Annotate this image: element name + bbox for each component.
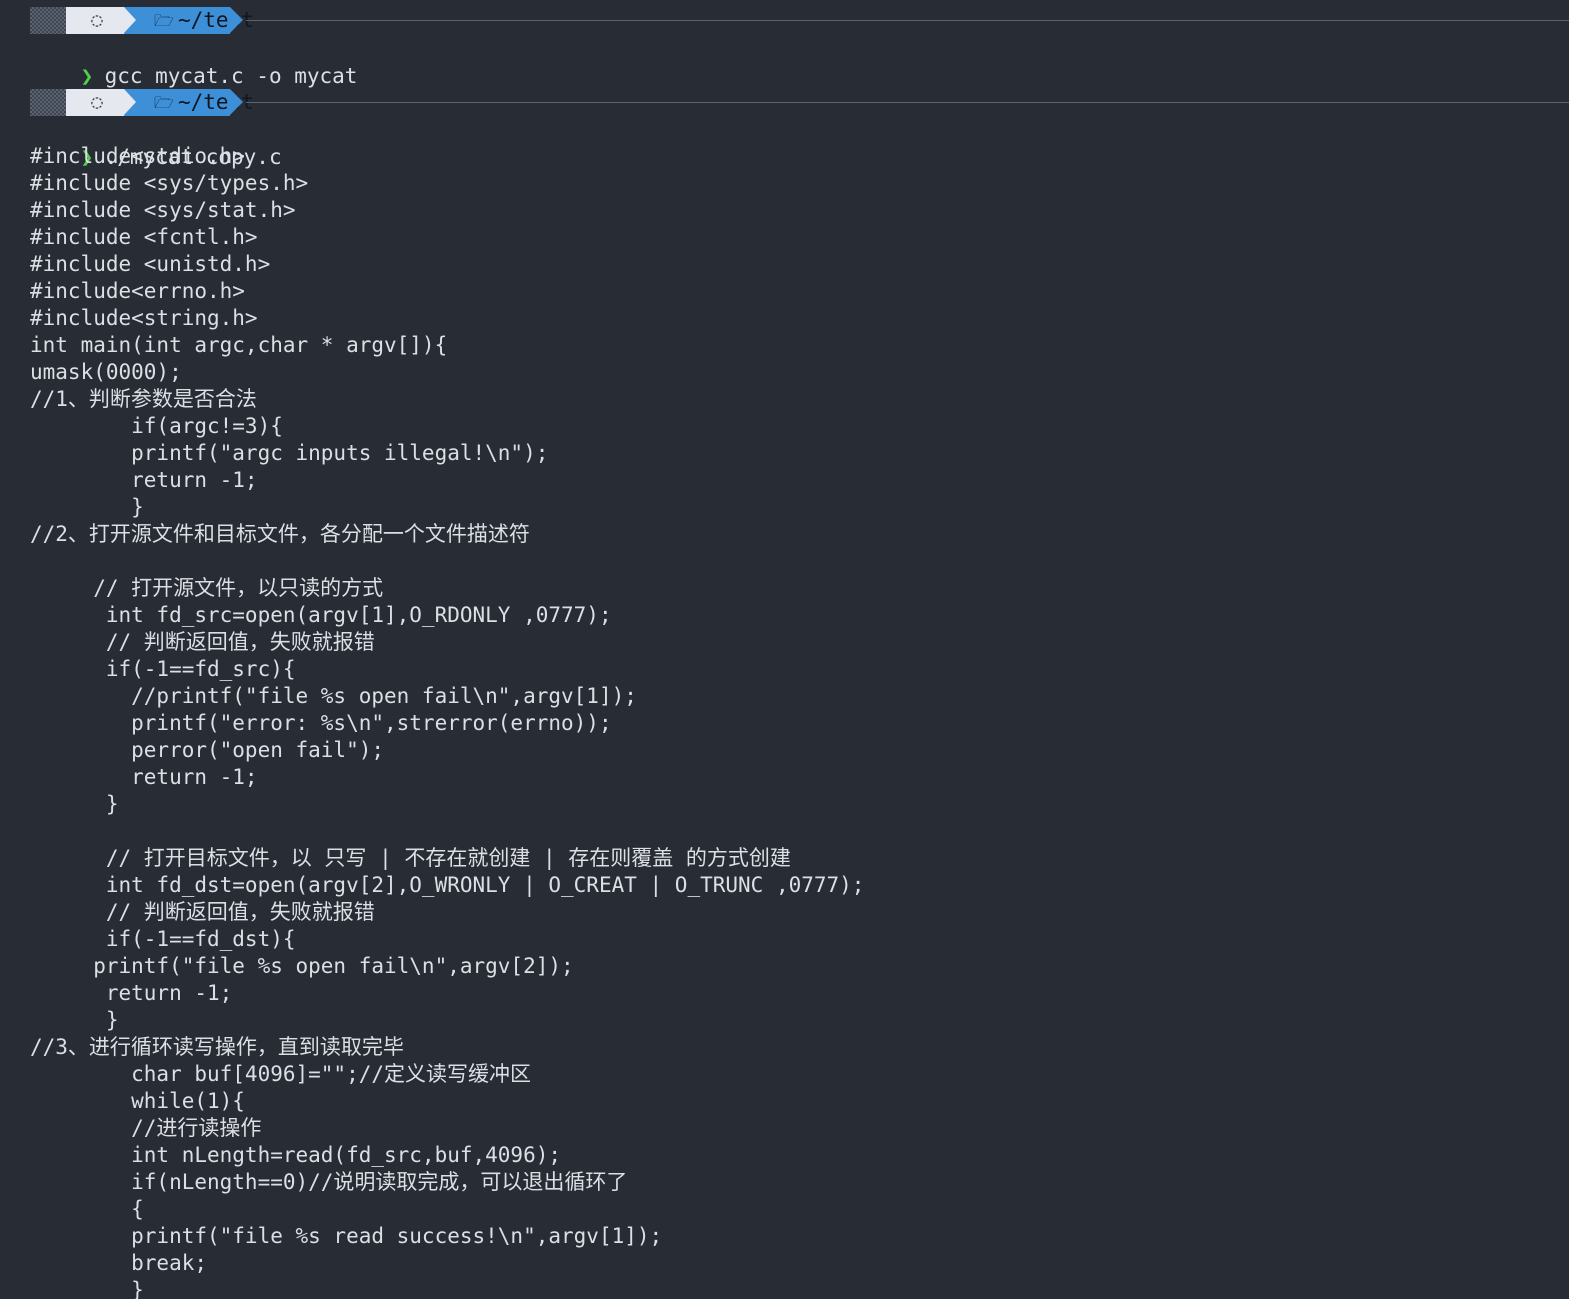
segment-separator xyxy=(230,7,243,33)
output-line: #include <sys/types.h> xyxy=(30,171,309,195)
output-line: printf("argc inputs illegal!\n"); xyxy=(30,441,549,465)
output-line: //2、打开源文件和目标文件，各分配一个文件描述符 xyxy=(30,522,530,546)
output-line: //进行读操作 xyxy=(30,1116,262,1140)
output-line: int fd_src=open(argv[1],O_RDONLY ,0777); xyxy=(30,603,612,627)
output-line: return -1; xyxy=(30,981,233,1005)
output-line: #include<string.h> xyxy=(30,306,258,330)
output-line: //1、判断参数是否合法 xyxy=(30,387,257,411)
output-line: char buf[4096]="";//定义读写缓冲区 xyxy=(30,1062,532,1086)
output-line: if(nLength==0)//说明读取完成，可以退出循环了 xyxy=(30,1170,628,1194)
terminal-window[interactable]: ◌ 🗁 ~/test ❯ gcc mycat.c -o mycat ◌ 🗁 ~/t… xyxy=(0,0,1569,1299)
prompt-start-segment xyxy=(30,7,66,34)
output-line: printf("file %s open fail\n",argv[2]); xyxy=(30,954,574,978)
output-line: printf("error: %s\n",strerror(errno)); xyxy=(30,711,612,735)
output-line: #include<stdio.h> xyxy=(30,144,245,168)
output-line: if(-1==fd_dst){ xyxy=(30,927,296,951)
output-line: int main(int argc,char * argv[]){ xyxy=(30,333,448,357)
command-output: #include<stdio.h> #include <sys/types.h> #… xyxy=(30,143,864,1299)
output-line: } xyxy=(30,792,119,816)
ubuntu-icon: ◌ xyxy=(66,7,128,34)
output-line: perror("open fail"); xyxy=(30,738,385,762)
segment-separator xyxy=(124,89,136,115)
segment-separator xyxy=(230,89,243,115)
folder-icon: 🗁 xyxy=(154,93,174,112)
output-line: if(-1==fd_src){ xyxy=(30,657,296,681)
prompt-rule xyxy=(246,20,1569,21)
output-line: while(1){ xyxy=(30,1089,245,1113)
output-line: return -1; xyxy=(30,468,258,492)
prompt-chevron-icon: ❯ xyxy=(80,64,94,88)
prompt-header: ◌ 🗁 ~/test xyxy=(30,89,1569,116)
output-line: // 打开源文件，以只读的方式 xyxy=(30,576,384,600)
ubuntu-icon: ◌ xyxy=(66,89,128,116)
segment-separator xyxy=(124,7,136,33)
output-line: int nLength=read(fd_src,buf,4096); xyxy=(30,1143,562,1167)
prompt-header: ◌ 🗁 ~/test xyxy=(30,7,1569,34)
output-line: { xyxy=(30,1197,144,1221)
output-line: #include<errno.h> xyxy=(30,279,245,303)
command-line[interactable]: ❯ gcc mycat.c -o mycat xyxy=(30,36,358,88)
output-line: break; xyxy=(30,1251,208,1275)
output-line: // 打开目标文件，以 只写 | 不存在就创建 | 存在则覆盖 的方式创建 xyxy=(30,846,791,870)
prompt-start-segment xyxy=(30,89,66,116)
output-line: // 判断返回值，失败就报错 xyxy=(30,900,375,924)
output-line: #include <sys/stat.h> xyxy=(30,198,296,222)
output-line: int fd_dst=open(argv[2],O_WRONLY | O_CRE… xyxy=(30,873,865,897)
command-line[interactable]: ❯ ./mycat copy.c xyxy=(30,117,282,169)
folder-icon: 🗁 xyxy=(154,11,174,30)
output-line: printf("file %s read success!\n",argv[1]… xyxy=(30,1224,663,1248)
directory-segment: 🗁 ~/test xyxy=(124,89,254,116)
output-line: #include <fcntl.h> xyxy=(30,225,258,249)
output-line: } xyxy=(30,495,144,519)
output-line: // 判断返回值，失败就报错 xyxy=(30,630,375,654)
output-line: return -1; xyxy=(30,765,258,789)
output-line: } xyxy=(30,1008,119,1032)
output-line: umask(0000); xyxy=(30,360,182,384)
output-line: if(argc!=3){ xyxy=(30,414,283,438)
directory-segment: 🗁 ~/test xyxy=(124,7,254,34)
output-line: //3、进行循环读写操作，直到读取完毕 xyxy=(30,1035,404,1059)
output-line: //printf("file %s open fail\n",argv[1]); xyxy=(30,684,637,708)
output-line: #include <unistd.h> xyxy=(30,252,271,276)
prompt-rule xyxy=(246,102,1569,103)
output-line: } xyxy=(30,1278,144,1299)
command-text: gcc mycat.c -o mycat xyxy=(104,64,358,88)
